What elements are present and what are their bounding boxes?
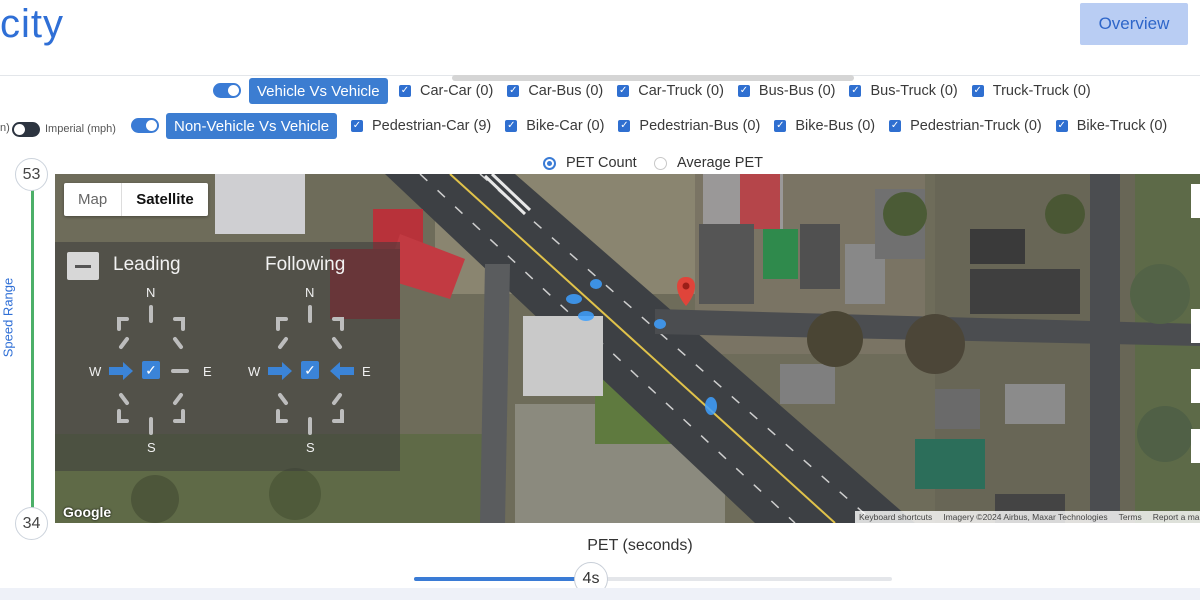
nonvehicle-group-toggle[interactable] bbox=[131, 118, 159, 133]
imagery-credit: Imagery ©2024 Airbus, Maxar Technologies bbox=[943, 512, 1108, 522]
filter-label: Bike-Truck (0) bbox=[1076, 118, 1168, 134]
filter-label: Car-Bus (0) bbox=[528, 83, 604, 99]
terms-link[interactable]: Terms bbox=[1119, 512, 1142, 522]
filter-label: Car-Car (0) bbox=[420, 83, 494, 99]
checkbox-checked-icon[interactable]: ✓ bbox=[618, 120, 631, 132]
imperial-units-label: Imperial (mph) bbox=[45, 123, 116, 135]
leading-direction-checkbox[interactable]: ✓ bbox=[142, 361, 160, 379]
compass-north: N bbox=[146, 285, 156, 300]
checkbox-checked-icon[interactable]: ✓ bbox=[889, 120, 902, 132]
leading-compass: N S E W ✓ bbox=[89, 285, 219, 455]
horizontal-scrollbar[interactable] bbox=[452, 75, 854, 81]
pet-axis-label: PET (seconds) bbox=[587, 537, 693, 554]
filter-label: Car-Truck (0) bbox=[638, 83, 724, 99]
collapse-panel-button[interactable] bbox=[67, 252, 99, 280]
checkbox-checked-icon[interactable]: ✓ bbox=[971, 85, 984, 97]
radio-pet-count[interactable]: PET Count bbox=[543, 155, 637, 171]
toggle-knob bbox=[14, 124, 25, 135]
report-map-link[interactable]: Report a ma bbox=[1153, 512, 1200, 522]
speed-max-handle[interactable]: 53 bbox=[15, 158, 48, 191]
checkbox-checked-icon[interactable]: ✓ bbox=[617, 85, 630, 97]
satellite-map[interactable]: Map Satellite Leading Following N S E W … bbox=[55, 174, 1200, 523]
checkbox-checked-icon[interactable]: ✓ bbox=[507, 85, 520, 97]
map-side-control[interactable] bbox=[1191, 369, 1200, 403]
toggle-knob bbox=[228, 85, 239, 96]
metric-units-label: n) bbox=[0, 122, 10, 134]
map-type-satellite[interactable]: Satellite bbox=[121, 183, 208, 216]
vehicle-filter-list: ✓ Car-Car (0) ✓ Car-Bus (0) ✓ Car-Truck (0)… bbox=[399, 83, 1105, 99]
filter-label: Bike-Car (0) bbox=[526, 118, 605, 134]
radio-average-pet[interactable]: Average PET bbox=[654, 155, 763, 171]
compass-south: S bbox=[147, 440, 156, 455]
speed-range-track[interactable] bbox=[31, 190, 34, 508]
checkbox-checked-icon[interactable]: ✓ bbox=[505, 120, 518, 132]
following-compass: N S E W ✓ bbox=[248, 285, 378, 455]
checkbox-checked-icon[interactable]: ✓ bbox=[737, 85, 750, 97]
speed-min-handle[interactable]: 34 bbox=[15, 507, 48, 540]
units-toggle[interactable] bbox=[12, 122, 40, 137]
filter-car-car[interactable]: ✓ Car-Car (0) bbox=[399, 83, 493, 99]
radio-label: PET Count bbox=[566, 155, 637, 171]
minus-icon bbox=[75, 264, 91, 268]
radio-selected-icon[interactable] bbox=[543, 156, 556, 170]
toggle-knob bbox=[146, 120, 157, 131]
footer-strip bbox=[0, 588, 1200, 600]
checkbox-checked-icon[interactable]: ✓ bbox=[849, 85, 862, 97]
keyboard-shortcuts-link[interactable]: Keyboard shortcuts bbox=[859, 512, 932, 522]
checkbox-checked-icon[interactable]: ✓ bbox=[774, 120, 787, 132]
direction-filter-panel: Leading Following N S E W ✓ N S E W ✓ bbox=[55, 242, 400, 471]
filter-pedestrian-bus[interactable]: ✓ Pedestrian-Bus (0) bbox=[618, 118, 760, 134]
pet-slider-fill bbox=[414, 577, 591, 581]
vehicle-group-toggle[interactable] bbox=[213, 83, 241, 98]
filter-pedestrian-truck[interactable]: ✓ Pedestrian-Truck (0) bbox=[889, 118, 1042, 134]
compass-west: W bbox=[89, 364, 102, 379]
filter-bike-bus[interactable]: ✓ Bike-Bus (0) bbox=[774, 118, 875, 134]
filter-bus-truck[interactable]: ✓ Bus-Truck (0) bbox=[849, 83, 958, 99]
filter-label: Bus-Bus (0) bbox=[758, 83, 836, 99]
filter-truck-truck[interactable]: ✓ Truck-Truck (0) bbox=[971, 83, 1091, 99]
checkbox-checked-icon[interactable]: ✓ bbox=[351, 120, 363, 132]
filter-label: Truck-Truck (0) bbox=[992, 83, 1091, 99]
map-type-control: Map Satellite bbox=[64, 183, 208, 216]
compass-south: S bbox=[306, 440, 315, 455]
filter-label: Pedestrian-Truck (0) bbox=[910, 118, 1042, 134]
vehicle-vs-vehicle-button[interactable]: Vehicle Vs Vehicle bbox=[249, 78, 388, 104]
filter-bike-truck[interactable]: ✓ Bike-Truck (0) bbox=[1055, 118, 1168, 134]
following-title: Following bbox=[265, 254, 346, 275]
overview-button[interactable]: Overview bbox=[1080, 3, 1188, 45]
following-direction-checkbox[interactable]: ✓ bbox=[301, 361, 319, 379]
google-logo: Google bbox=[63, 504, 112, 520]
speed-range-label: Speed Range bbox=[0, 277, 16, 358]
radio-label: Average PET bbox=[677, 155, 763, 171]
compass-east: E bbox=[362, 364, 371, 379]
filter-label: Bike-Bus (0) bbox=[795, 118, 876, 134]
map-side-control[interactable] bbox=[1191, 309, 1200, 343]
map-type-map[interactable]: Map bbox=[64, 183, 121, 216]
filter-bus-bus[interactable]: ✓ Bus-Bus (0) bbox=[737, 83, 836, 99]
checkbox-checked-icon[interactable]: ✓ bbox=[399, 85, 411, 97]
filter-car-truck[interactable]: ✓ Car-Truck (0) bbox=[617, 83, 724, 99]
leading-title: Leading bbox=[113, 254, 181, 275]
compass-north: N bbox=[305, 285, 315, 300]
filter-pedestrian-car[interactable]: ✓ Pedestrian-Car (9) bbox=[351, 118, 491, 134]
filter-label: Pedestrian-Car (9) bbox=[372, 118, 492, 134]
non-vehicle-vs-vehicle-button[interactable]: Non-Vehicle Vs Vehicle bbox=[166, 113, 338, 139]
filter-label: Bus-Truck (0) bbox=[870, 83, 958, 99]
nonvehicle-filter-list: ✓ Pedestrian-Car (9) ✓ Bike-Car (0) ✓ Pedes… bbox=[351, 118, 1181, 134]
filter-label: Pedestrian-Bus (0) bbox=[639, 118, 761, 134]
radio-unselected-icon[interactable] bbox=[654, 156, 667, 170]
compass-east: E bbox=[203, 364, 212, 379]
app-logo: city bbox=[0, 2, 64, 46]
map-attribution: Keyboard shortcuts Imagery ©2024 Airbus,… bbox=[855, 511, 1200, 523]
map-side-control[interactable] bbox=[1191, 184, 1200, 218]
filter-bike-car[interactable]: ✓ Bike-Car (0) bbox=[505, 118, 604, 134]
checkbox-checked-icon[interactable]: ✓ bbox=[1055, 120, 1068, 132]
compass-west: W bbox=[248, 364, 261, 379]
map-side-control[interactable] bbox=[1191, 429, 1200, 463]
filter-car-bus[interactable]: ✓ Car-Bus (0) bbox=[507, 83, 603, 99]
